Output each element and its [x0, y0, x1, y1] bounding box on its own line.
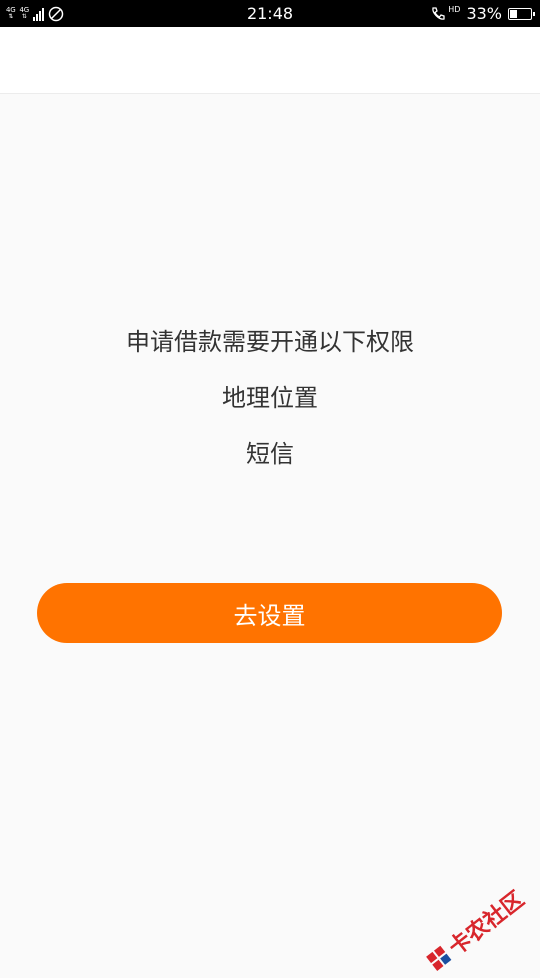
app-header	[0, 27, 540, 94]
permission-heading: 申请借款需要开通以下权限	[126, 328, 414, 356]
hd-voice-badge: HD	[448, 5, 461, 14]
watermark: 卡农社区	[420, 882, 530, 977]
status-bar: 4G ⇅ 4G ⇅ 21:48 HD 33%	[0, 0, 540, 27]
battery-percent: 33%	[466, 4, 502, 23]
permission-item-location: 地理位置	[222, 384, 318, 412]
call-icon	[432, 6, 445, 20]
permission-item-sms: 短信	[246, 440, 294, 468]
battery-level-fill	[510, 9, 518, 18]
watermark-text: 卡农社区	[444, 887, 530, 961]
status-bar-right: HD 33%	[430, 0, 535, 27]
go-to-settings-button[interactable]: 去设置	[37, 583, 502, 643]
permission-notice: 申请借款需要开通以下权限 地理位置 短信	[0, 320, 540, 488]
battery-icon	[508, 7, 535, 20]
